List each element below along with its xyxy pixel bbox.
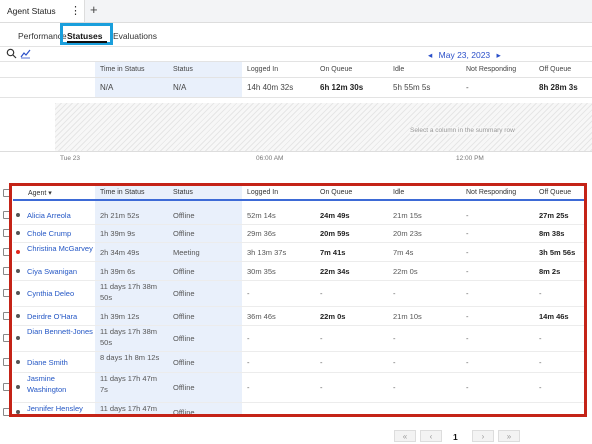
date-next-icon[interactable]: ▸ (497, 50, 501, 60)
summary-col-status[interactable]: Status (173, 66, 193, 73)
tab-evaluations[interactable]: Evaluations (113, 31, 157, 41)
date-prev-icon[interactable]: ◂ (428, 50, 432, 60)
summary-onqueue[interactable]: 6h 12m 30s (320, 83, 363, 92)
axis-label-day: Tue 23 (60, 155, 80, 162)
chart-toggle-icon[interactable] (20, 48, 31, 61)
active-tab-indicator (67, 41, 107, 43)
search-icon[interactable] (6, 48, 17, 61)
axis-label-6am: 06:00 AM (256, 155, 284, 162)
table-highlight-frame (9, 183, 587, 417)
first-page-button[interactable]: « (394, 430, 416, 442)
date-label[interactable]: May 23, 2023 (439, 50, 491, 60)
toolbar-divider (0, 61, 592, 62)
summary-time[interactable]: N/A (100, 83, 113, 92)
summary-notresp[interactable]: - (466, 83, 469, 92)
tab-statuses[interactable]: Statuses (67, 31, 102, 41)
more-options-icon[interactable]: ⋮ (70, 4, 81, 17)
date-navigator: ◂ May 23, 2023 ▸ (428, 50, 501, 61)
timeline-hint: Select a column in the summary row (410, 127, 515, 134)
current-page[interactable]: 1 (453, 432, 458, 442)
prev-page-button[interactable]: ‹ (420, 430, 442, 442)
summary-col-logged[interactable]: Logged In (247, 66, 278, 73)
summary-logged[interactable]: 14h 40m 32s (247, 83, 293, 92)
summary-col-offqueue[interactable]: Off Queue (539, 66, 571, 73)
add-tab-icon[interactable]: + (90, 2, 98, 17)
summary-col-onqueue[interactable]: On Queue (320, 66, 352, 73)
summary-col-time[interactable]: Time in Status (100, 66, 144, 73)
summary-col-idle[interactable]: Idle (393, 66, 404, 73)
tabs-divider (0, 46, 592, 47)
summary-status[interactable]: N/A (173, 83, 186, 92)
summary-offqueue[interactable]: 8h 28m 3s (539, 83, 578, 92)
window-title: Agent Status (7, 6, 56, 16)
summary-idle[interactable]: 5h 55m 5s (393, 83, 430, 92)
summary-divider (0, 77, 592, 78)
summary-col-notresp[interactable]: Not Responding (466, 66, 516, 73)
title-bar (0, 0, 592, 23)
summary-bottom-divider (0, 97, 592, 98)
timeline-axis (0, 151, 592, 152)
axis-label-12pm: 12:00 PM (456, 155, 484, 162)
next-page-button[interactable]: › (472, 430, 494, 442)
last-page-button[interactable]: » (498, 430, 520, 442)
